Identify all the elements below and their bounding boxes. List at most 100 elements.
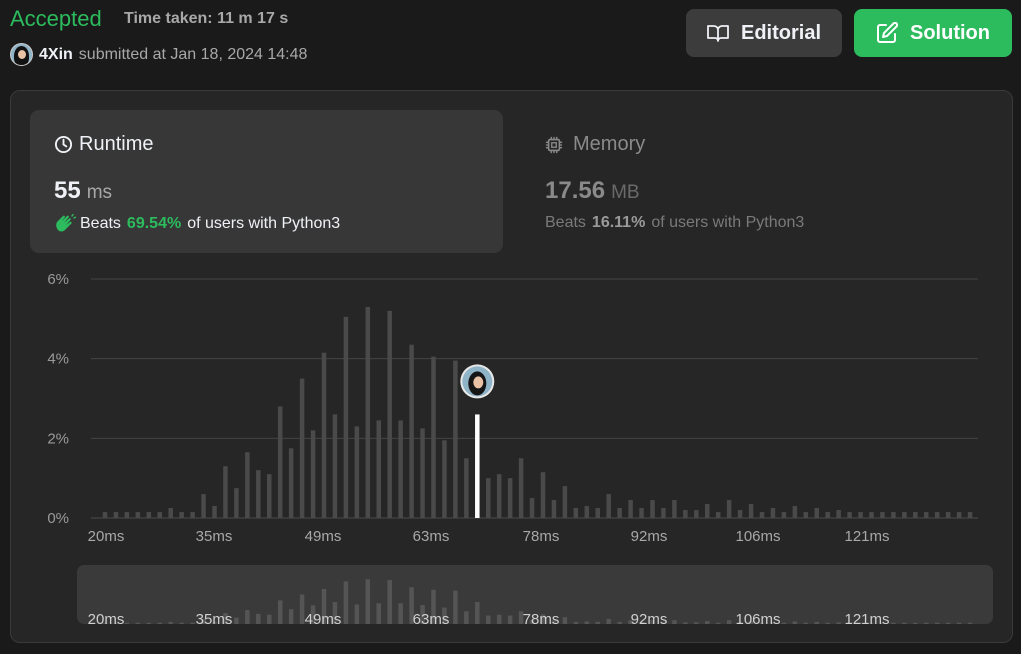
chart-bar[interactable] — [967, 512, 973, 518]
chart-bar[interactable] — [453, 360, 458, 518]
chart-bar[interactable] — [617, 508, 622, 518]
mini-bar — [507, 615, 513, 624]
chart-bar[interactable] — [956, 512, 962, 518]
chart-bar[interactable] — [781, 512, 787, 518]
chart-bar[interactable] — [694, 510, 699, 518]
chart-bar[interactable] — [573, 508, 579, 518]
x-tick-label: 78ms — [523, 528, 560, 545]
chart-bar[interactable] — [880, 512, 885, 518]
username-link[interactable]: 4Xin — [39, 46, 73, 64]
chart-bar[interactable] — [518, 458, 524, 518]
chart-bar[interactable] — [836, 510, 841, 518]
chart-bar[interactable] — [934, 512, 940, 518]
chart-bar[interactable] — [102, 512, 108, 518]
chart-bar[interactable] — [464, 458, 469, 518]
chart-bar[interactable] — [321, 352, 327, 518]
chart-bar[interactable] — [770, 508, 776, 518]
chart-bar[interactable] — [945, 512, 951, 518]
chart-bar[interactable] — [639, 508, 644, 518]
chart-bar[interactable] — [234, 488, 239, 518]
chart-bar[interactable] — [299, 378, 305, 518]
chart-bar[interactable] — [913, 512, 918, 518]
chart-bar[interactable] — [277, 406, 283, 518]
chart-bar[interactable] — [825, 512, 830, 518]
chart-bar[interactable] — [540, 472, 546, 518]
mini-bar — [562, 617, 568, 624]
chart-bar[interactable] — [387, 310, 392, 518]
chart-bar[interactable] — [672, 500, 677, 518]
chart-bar[interactable] — [245, 452, 250, 518]
chart-bar[interactable] — [398, 420, 403, 518]
chart-bar[interactable] — [858, 512, 863, 518]
highlight-bar[interactable] — [475, 414, 480, 518]
chart-bar[interactable] — [661, 508, 666, 518]
chart-bar[interactable] — [705, 504, 710, 518]
chart-bar[interactable] — [606, 494, 611, 518]
chart-bar[interactable] — [595, 508, 601, 518]
chart-bar[interactable] — [726, 500, 732, 518]
chart-bar[interactable] — [628, 500, 633, 518]
chart-bar[interactable] — [847, 512, 852, 518]
solution-button[interactable]: Solution — [854, 9, 1012, 57]
chart-bar[interactable] — [376, 420, 382, 518]
mini-bar — [934, 622, 940, 624]
chart-bar[interactable] — [803, 512, 809, 518]
mini-x-tick-label: 20ms — [88, 611, 125, 628]
chart-bar[interactable] — [442, 440, 447, 518]
mini-bar — [168, 621, 173, 624]
runtime-distribution-chart: 0% 2% 4% 6% 20ms 35ms 49ms 63ms 78ms 92ms 106ms 121… — [47, 271, 993, 628]
mini-x-tick-label: 92ms — [631, 611, 668, 628]
avatar-marker-face — [473, 376, 484, 389]
chart-bar[interactable] — [683, 510, 688, 518]
mini-bar — [288, 609, 294, 624]
chart-bar[interactable] — [179, 512, 184, 518]
chart-bar[interactable] — [814, 508, 820, 518]
chart-bar[interactable] — [584, 506, 590, 518]
chart-bar[interactable] — [113, 512, 119, 518]
chart-bar[interactable] — [190, 512, 195, 518]
chart-bar[interactable] — [135, 512, 141, 518]
chart-bar[interactable] — [551, 500, 557, 518]
chart-bar[interactable] — [124, 512, 130, 518]
chart-bar[interactable] — [288, 448, 294, 518]
chart-bar[interactable] — [343, 316, 349, 518]
chart-bar[interactable] — [365, 306, 371, 518]
result-panel: Runtime 55 ms Beats 69.54% of users with … — [10, 90, 1013, 643]
chart-bar[interactable] — [420, 428, 425, 518]
chart-bar[interactable] — [409, 344, 414, 518]
chart-bar[interactable] — [792, 506, 798, 518]
editorial-button[interactable]: Editorial — [686, 9, 842, 57]
chart-bar[interactable] — [486, 478, 491, 518]
chart-bar[interactable] — [902, 512, 907, 518]
chart-bar[interactable] — [507, 478, 513, 518]
chart-bar[interactable] — [562, 486, 568, 518]
chart-bar[interactable] — [759, 512, 765, 518]
chart-bar[interactable] — [201, 494, 206, 518]
mini-bar — [617, 621, 622, 624]
mini-bar — [365, 579, 371, 624]
x-tick-label: 106ms — [735, 528, 780, 545]
chart-bar[interactable] — [496, 474, 502, 518]
chart-bar[interactable] — [212, 506, 217, 518]
chart-bar[interactable] — [650, 500, 655, 518]
chart-bar[interactable] — [529, 498, 535, 518]
chart-bar[interactable] — [924, 512, 929, 518]
chart-bar[interactable] — [354, 426, 360, 518]
chart-bar[interactable] — [310, 430, 316, 518]
chart-bar[interactable] — [869, 512, 874, 518]
chart-bar[interactable] — [157, 512, 163, 518]
chart-bar[interactable] — [223, 466, 228, 518]
avatar[interactable] — [10, 43, 33, 66]
chart-bar[interactable] — [267, 474, 272, 518]
chart-bar[interactable] — [332, 414, 338, 518]
mini-bar — [453, 590, 458, 624]
chart-bar[interactable] — [737, 510, 743, 518]
chart-bar[interactable] — [715, 512, 721, 518]
chart-bar[interactable] — [891, 512, 896, 518]
mini-bar — [157, 622, 162, 624]
chart-bar[interactable] — [748, 504, 754, 518]
chart-bar[interactable] — [168, 508, 173, 518]
chart-bar[interactable] — [146, 512, 152, 518]
chart-bar[interactable] — [256, 470, 261, 518]
chart-bar[interactable] — [431, 356, 436, 518]
